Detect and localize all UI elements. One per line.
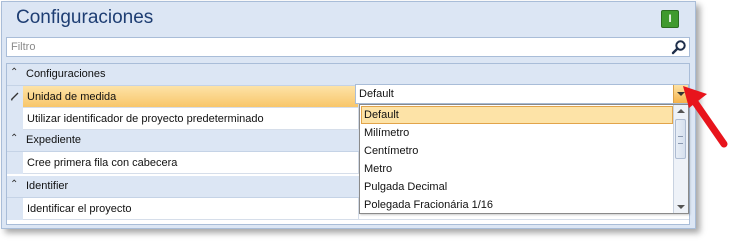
dropdown-option[interactable]: Default bbox=[361, 106, 673, 124]
dropdown-option[interactable]: Centímetro bbox=[361, 142, 673, 160]
unidad-dropdown-list[interactable]: Default Milímetro Centímetro Metro Pulga… bbox=[359, 104, 689, 214]
property-name: Cree primera fila con cabecera bbox=[23, 152, 359, 174]
collapse-icon[interactable]: ⌃ bbox=[10, 67, 18, 78]
filter-placeholder: Filtro bbox=[11, 41, 36, 53]
unidad-combobox[interactable]: Default bbox=[355, 84, 689, 104]
property-name: Unidad de medida bbox=[23, 86, 359, 108]
property-name: Utilizar identificador de proyecto prede… bbox=[23, 108, 359, 130]
scroll-down-icon[interactable] bbox=[674, 201, 688, 213]
dropdown-option[interactable]: Pulgada Decimal bbox=[361, 178, 673, 196]
category-label: Identifier bbox=[26, 180, 69, 192]
combobox-value: Default bbox=[359, 88, 394, 100]
dropdown-option[interactable]: Milímetro bbox=[361, 124, 673, 142]
search-icon[interactable] bbox=[671, 39, 687, 55]
collapse-icon[interactable]: ⌃ bbox=[10, 179, 18, 190]
category-label: Expediente bbox=[26, 134, 82, 146]
filter-input[interactable]: Filtro bbox=[6, 37, 690, 57]
row-gutter bbox=[7, 86, 23, 108]
row-gutter bbox=[7, 198, 23, 220]
pencil-icon bbox=[10, 92, 19, 101]
panel-title: Configuraciones bbox=[16, 7, 154, 28]
info-icon[interactable]: I bbox=[661, 10, 679, 28]
dropdown-option[interactable]: Metro bbox=[361, 160, 673, 178]
row-gutter bbox=[7, 108, 23, 130]
collapse-icon[interactable]: ⌃ bbox=[10, 133, 18, 144]
category-label: Configuraciones bbox=[26, 68, 106, 80]
annotation-arrow-icon bbox=[683, 86, 728, 148]
settings-panel: Configuraciones I Filtro ⌃ Configuracion… bbox=[1, 1, 696, 229]
category-configuraciones[interactable]: ⌃ Configuraciones bbox=[7, 64, 689, 86]
row-gutter bbox=[7, 152, 23, 174]
dropdown-option[interactable]: Polegada Fracionária 1/16 bbox=[361, 196, 673, 213]
property-name: Identificar el proyecto bbox=[23, 198, 359, 220]
